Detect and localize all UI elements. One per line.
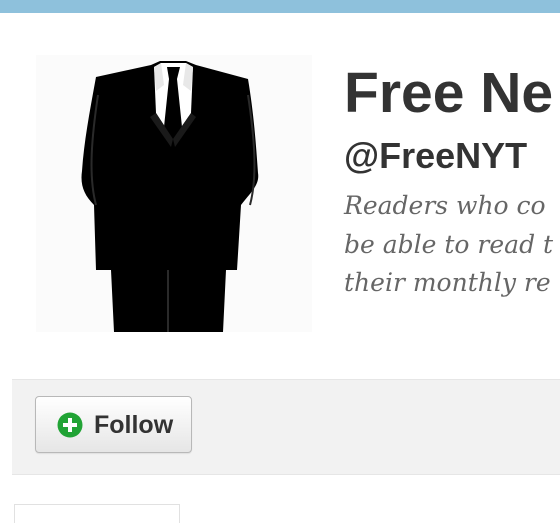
bio-line: their monthly re bbox=[344, 268, 551, 297]
suit-silhouette-icon bbox=[36, 55, 312, 332]
follow-label: Follow bbox=[94, 411, 174, 439]
profile-bio: Readers who co be able to read t their m… bbox=[344, 187, 553, 303]
top-bar bbox=[0, 0, 560, 13]
tab[interactable] bbox=[14, 504, 180, 523]
plus-circle-icon bbox=[57, 412, 83, 438]
bio-line: be able to read t bbox=[344, 229, 554, 259]
bio-line: Readers who co bbox=[344, 191, 546, 220]
profile-handle[interactable]: @FreeNYT bbox=[344, 134, 527, 178]
profile-name: Free Ne bbox=[344, 61, 554, 125]
avatar[interactable] bbox=[36, 55, 312, 332]
profile-page: Free Ne @FreeNYT Readers who co be able … bbox=[0, 0, 560, 523]
follow-button[interactable]: Follow bbox=[35, 396, 192, 453]
